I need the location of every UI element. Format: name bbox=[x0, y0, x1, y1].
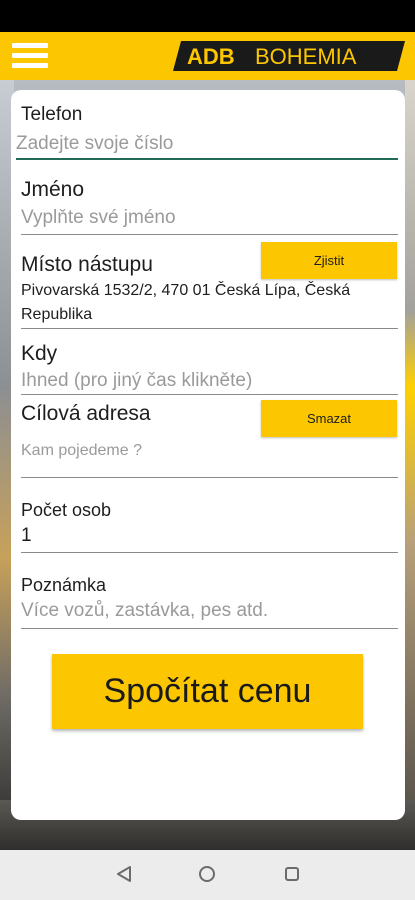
detect-location-button[interactable]: Zjistit bbox=[261, 242, 397, 279]
destination-underline bbox=[21, 477, 398, 478]
order-form-card: Telefon Zadejte svoje číslo Jméno Vyplňt… bbox=[11, 90, 405, 820]
persons-underline bbox=[21, 552, 398, 553]
calculate-price-button[interactable]: Spočítat cenu bbox=[52, 654, 363, 729]
name-input[interactable]: Vyplňte své jméno bbox=[21, 207, 176, 229]
status-bar bbox=[0, 0, 415, 32]
pickup-label: Místo nástupu bbox=[21, 253, 153, 276]
note-underline bbox=[21, 628, 398, 629]
when-underline bbox=[21, 394, 398, 395]
pickup-address[interactable]: Pivovarská 1532/2, 470 01 Česká Lípa, Če… bbox=[21, 279, 371, 327]
phone-input[interactable]: Zadejte svoje číslo bbox=[16, 133, 173, 155]
pickup-underline bbox=[21, 328, 398, 329]
when-label: Kdy bbox=[21, 342, 58, 365]
note-input[interactable]: Více vozů, zastávka, pes atd. bbox=[21, 600, 268, 622]
brand-logo: ADB BOHEMIA bbox=[173, 41, 405, 71]
app-bar: ADB BOHEMIA bbox=[0, 32, 415, 80]
phone-input-underline bbox=[16, 158, 398, 160]
name-label: Jméno bbox=[21, 178, 85, 201]
recents-square-icon[interactable] bbox=[282, 864, 302, 884]
persons-label: Počet osob bbox=[21, 500, 112, 520]
note-label: Poznámka bbox=[21, 575, 107, 595]
home-circle-icon[interactable] bbox=[197, 864, 217, 884]
clear-destination-button[interactable]: Smazat bbox=[261, 400, 397, 437]
brand-name: BOHEMIA bbox=[255, 44, 357, 69]
when-input[interactable]: Ihned (pro jiný čas klikněte) bbox=[21, 370, 252, 392]
destination-label: Cílová adresa bbox=[21, 402, 151, 425]
name-input-underline bbox=[21, 234, 398, 235]
back-triangle-icon[interactable] bbox=[114, 864, 134, 884]
hamburger-menu-icon[interactable] bbox=[12, 41, 50, 71]
system-navigation-bar bbox=[0, 850, 415, 900]
brand-prefix: ADB bbox=[187, 44, 235, 69]
phone-label: Telefon bbox=[21, 104, 83, 125]
persons-input[interactable]: 1 bbox=[21, 525, 32, 547]
background-photo-right-edge bbox=[405, 80, 415, 850]
destination-input[interactable]: Kam pojedeme ? bbox=[21, 442, 142, 460]
